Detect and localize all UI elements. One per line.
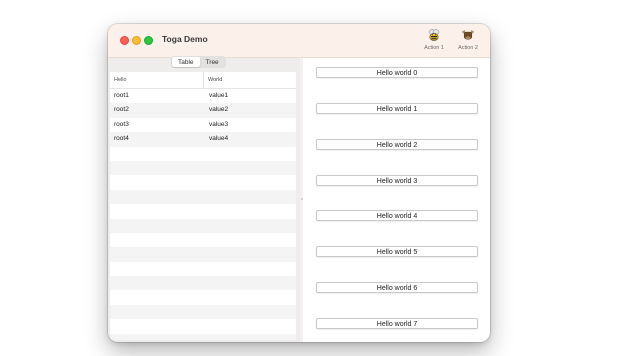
app-window: Toga Demo Action 1 Action 2 Table Tree H… xyxy=(108,24,490,342)
hello-world-6-button[interactable]: Hello world 6 xyxy=(316,282,478,293)
table-cell: root3 xyxy=(114,120,129,128)
action-2-button[interactable]: Action 2 xyxy=(453,28,483,51)
hello-world-0-button[interactable]: Hello world 0 xyxy=(316,67,478,78)
close-window-button[interactable] xyxy=(120,36,129,45)
table-cell: value3 xyxy=(209,120,229,128)
hello-world-5-button[interactable]: Hello world 5 xyxy=(316,246,478,257)
empty-row xyxy=(110,276,296,291)
empty-row xyxy=(110,262,296,276)
table-cell: value1 xyxy=(209,92,229,99)
table-row[interactable]: root4 value4 xyxy=(110,132,296,147)
data-table[interactable]: Hello World root1 value1 root2 value2 ro… xyxy=(110,72,296,340)
empty-row xyxy=(110,247,296,262)
maximize-window-button[interactable] xyxy=(144,36,153,45)
column-header-hello[interactable]: Hello xyxy=(110,72,204,88)
action-2-label: Action 2 xyxy=(458,45,478,51)
title-bar[interactable]: Toga Demo Action 1 Action 2 xyxy=(108,24,490,58)
tab-tree[interactable]: Tree xyxy=(200,57,225,67)
window-title: Toga Demo xyxy=(162,34,208,44)
empty-row xyxy=(110,189,296,205)
table-cell: value4 xyxy=(209,135,229,143)
tab-selector: Table Tree xyxy=(171,56,226,68)
table-cell: root1 xyxy=(114,92,129,99)
table-cell: root4 xyxy=(114,135,129,143)
tab-table[interactable]: Table xyxy=(172,57,200,67)
table-row[interactable]: root1 value1 xyxy=(110,89,296,103)
table-header: Hello World xyxy=(110,72,296,89)
action-1-button[interactable]: Action 1 xyxy=(419,28,449,51)
left-pane: Table Tree Hello World root1 value1 root… xyxy=(108,56,300,342)
empty-row xyxy=(110,304,296,320)
table-row[interactable]: root2 value2 xyxy=(110,103,296,118)
table-row[interactable]: root3 value3 xyxy=(110,118,296,132)
table-cell: root2 xyxy=(114,106,129,114)
bee-icon xyxy=(428,29,440,41)
empty-row xyxy=(110,233,296,247)
hello-world-3-button[interactable]: Hello world 3 xyxy=(316,175,478,186)
hello-world-2-button[interactable]: Hello world 2 xyxy=(316,139,478,150)
hello-world-7-button[interactable]: Hello world 7 xyxy=(316,318,478,329)
hello-world-1-button[interactable]: Hello world 1 xyxy=(316,103,478,114)
brutus-icon xyxy=(461,30,475,40)
empty-row xyxy=(110,290,296,304)
empty-row xyxy=(110,147,296,161)
action-1-label: Action 1 xyxy=(424,45,444,51)
empty-row xyxy=(110,218,296,233)
empty-row xyxy=(110,160,296,176)
column-header-world[interactable]: World xyxy=(204,72,296,88)
empty-row xyxy=(110,175,296,189)
empty-row xyxy=(110,333,296,340)
empty-row xyxy=(110,204,296,218)
empty-row xyxy=(110,319,296,333)
hello-world-4-button[interactable]: Hello world 4 xyxy=(316,210,478,221)
right-pane: Hello world 0 Hello world 1 Hello world … xyxy=(303,58,490,342)
minimize-window-button[interactable] xyxy=(132,36,141,45)
table-cell: value2 xyxy=(209,106,229,114)
